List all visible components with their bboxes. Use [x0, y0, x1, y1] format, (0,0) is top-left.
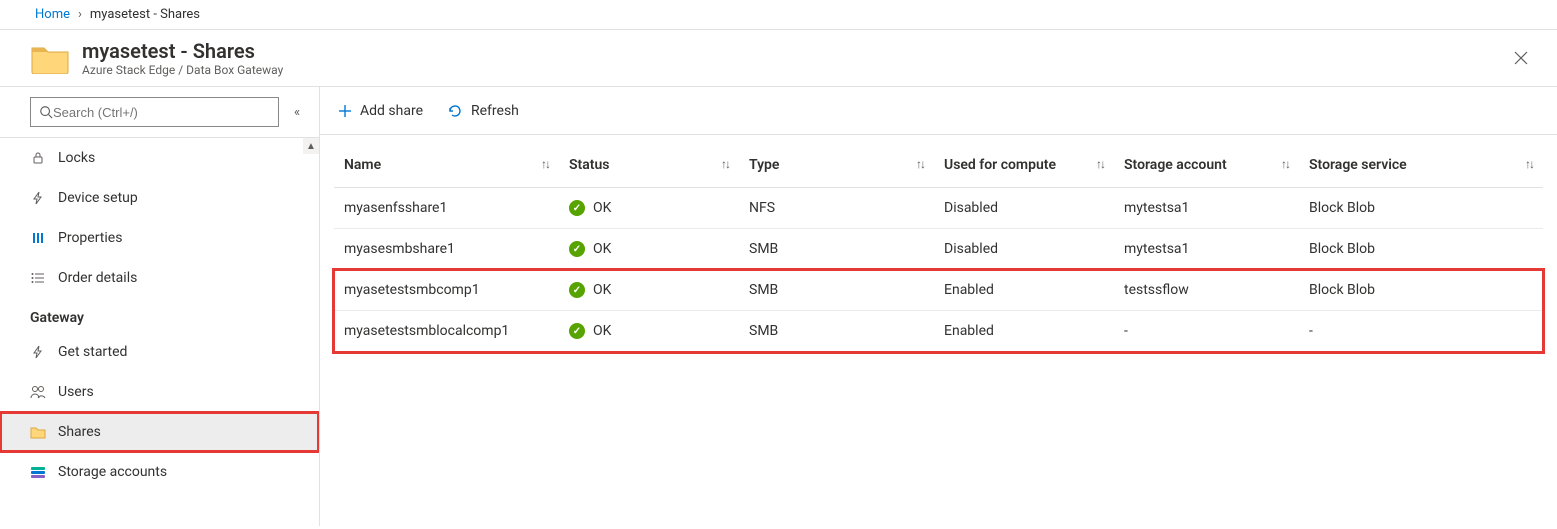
cell-type: SMB — [739, 270, 934, 311]
col-name[interactable]: Name↑↓ — [334, 145, 559, 188]
col-type[interactable]: Type↑↓ — [739, 145, 934, 188]
sidebar-item-locks[interactable]: Locks — [0, 138, 319, 178]
close-button[interactable] — [1505, 42, 1537, 74]
table-row[interactable]: myasetestsmbcomp1✓OKSMBEnabledtestssflow… — [334, 270, 1543, 311]
col-compute[interactable]: Used for compute↑↓ — [934, 145, 1114, 188]
cell-compute: Enabled — [934, 270, 1114, 311]
close-icon — [1514, 51, 1528, 65]
sidebar-item-device-setup[interactable]: Device setup — [0, 178, 319, 218]
cell-name: myasesmbshare1 — [334, 229, 559, 270]
sidebar-item-label: Get started — [58, 344, 127, 360]
page-title: myasetest - Shares — [82, 39, 283, 63]
cell-account: testssflow — [1114, 270, 1299, 311]
page-header: myasetest - Shares Azure Stack Edge / Da… — [0, 30, 1557, 86]
main-panel: Add share Refresh Name↑↓ Status↑↓ Type↑ — [320, 87, 1557, 526]
bolt-icon — [30, 344, 46, 360]
cell-type: NFS — [739, 188, 934, 229]
refresh-label: Refresh — [471, 103, 519, 119]
cell-account: mytestsa1 — [1114, 229, 1299, 270]
sidebar-scroll[interactable]: ▲ Locks Device setup Properties — [0, 137, 319, 526]
bolt-icon — [30, 190, 46, 206]
sidebar-item-storage-accounts[interactable]: Storage accounts — [0, 452, 319, 492]
ok-icon: ✓ — [569, 241, 585, 257]
table-row[interactable]: myasesmbshare1✓OKSMBDisabledmytestsa1Blo… — [334, 229, 1543, 270]
sort-icon: ↑↓ — [916, 157, 924, 171]
cell-service: Block Blob — [1299, 270, 1543, 311]
col-account[interactable]: Storage account↑↓ — [1114, 145, 1299, 188]
sidebar-item-properties[interactable]: Properties — [0, 218, 319, 258]
chevron-right-icon: › — [78, 7, 82, 22]
cell-account: mytestsa1 — [1114, 188, 1299, 229]
cell-status: ✓OK — [559, 188, 739, 229]
cell-service: Block Blob — [1299, 188, 1543, 229]
users-icon — [30, 384, 46, 400]
page-subtitle: Azure Stack Edge / Data Box Gateway — [82, 63, 283, 77]
sort-icon: ↑↓ — [1281, 157, 1289, 171]
storage-icon — [30, 464, 46, 480]
sidebar-section-gateway: Gateway — [0, 298, 319, 332]
col-status[interactable]: Status↑↓ — [559, 145, 739, 188]
cell-type: SMB — [739, 311, 934, 352]
col-service[interactable]: Storage service↑↓ — [1299, 145, 1543, 188]
sliders-icon — [30, 230, 46, 246]
cell-compute: Enabled — [934, 311, 1114, 352]
sidebar-item-label: Users — [58, 384, 94, 400]
cell-service: - — [1299, 311, 1543, 352]
folder-icon — [30, 40, 70, 76]
ok-icon: ✓ — [569, 200, 585, 216]
folder-icon — [30, 424, 46, 440]
breadcrumb-current: myasetest - Shares — [90, 7, 200, 22]
cell-compute: Disabled — [934, 229, 1114, 270]
sort-icon: ↑↓ — [1096, 157, 1104, 171]
add-share-label: Add share — [360, 103, 423, 119]
shares-table: Name↑↓ Status↑↓ Type↑↓ Used for compute↑… — [334, 145, 1543, 352]
refresh-button[interactable]: Refresh — [447, 103, 519, 119]
sidebar-item-label: Locks — [58, 150, 95, 166]
sidebar-item-label: Device setup — [58, 190, 138, 206]
sidebar: « ▲ Locks Device setup Prope — [0, 87, 320, 526]
cell-type: SMB — [739, 229, 934, 270]
chevron-double-left-icon: « — [294, 105, 300, 120]
lock-icon — [30, 150, 46, 166]
cell-compute: Disabled — [934, 188, 1114, 229]
sidebar-item-shares[interactable]: Shares — [0, 412, 319, 452]
ok-icon: ✓ — [569, 282, 585, 298]
ok-icon: ✓ — [569, 323, 585, 339]
table-header-row: Name↑↓ Status↑↓ Type↑↓ Used for compute↑… — [334, 145, 1543, 188]
cell-status: ✓OK — [559, 311, 739, 352]
sort-icon: ↑↓ — [1525, 157, 1533, 171]
sidebar-item-users[interactable]: Users — [0, 372, 319, 412]
sidebar-item-label: Properties — [58, 230, 122, 246]
table-row[interactable]: myasetestsmblocalcomp1✓OKSMBEnabled-- — [334, 311, 1543, 352]
cell-service: Block Blob — [1299, 229, 1543, 270]
cell-account: - — [1114, 311, 1299, 352]
add-share-button[interactable]: Add share — [338, 103, 423, 119]
refresh-icon — [447, 103, 463, 119]
search-field[interactable] — [53, 105, 270, 120]
breadcrumb: Home › myasetest - Shares — [0, 0, 1557, 30]
sort-icon: ↑↓ — [541, 157, 549, 171]
collapse-sidebar-button[interactable]: « — [287, 102, 307, 122]
plus-icon — [338, 104, 352, 118]
cell-name: myasenfsshare1 — [334, 188, 559, 229]
table-row[interactable]: myasenfsshare1✓OKNFSDisabledmytestsa1Blo… — [334, 188, 1543, 229]
cell-status: ✓OK — [559, 229, 739, 270]
search-input[interactable] — [30, 97, 279, 127]
breadcrumb-home[interactable]: Home — [35, 7, 70, 22]
sidebar-item-get-started[interactable]: Get started — [0, 332, 319, 372]
list-icon — [30, 270, 46, 286]
scroll-up-icon[interactable]: ▲ — [303, 138, 319, 154]
toolbar: Add share Refresh — [320, 87, 1557, 135]
search-icon — [39, 105, 53, 119]
sidebar-item-order-details[interactable]: Order details — [0, 258, 319, 298]
cell-name: myasetestsmblocalcomp1 — [334, 311, 559, 352]
sidebar-item-label: Order details — [58, 270, 137, 286]
cell-status: ✓OK — [559, 270, 739, 311]
cell-name: myasetestsmbcomp1 — [334, 270, 559, 311]
sidebar-item-label: Storage accounts — [58, 464, 167, 480]
sort-icon: ↑↓ — [721, 157, 729, 171]
sidebar-item-label: Shares — [58, 424, 101, 440]
